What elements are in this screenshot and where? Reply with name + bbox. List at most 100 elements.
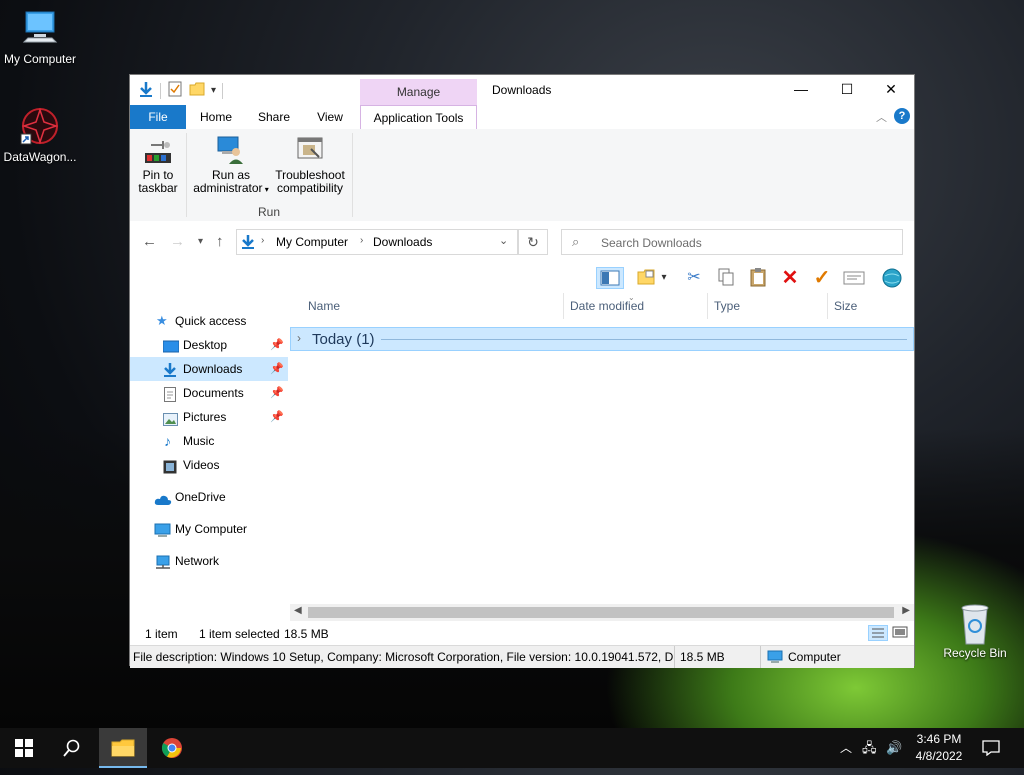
network-icon (154, 554, 170, 569)
minimize-button[interactable]: — (778, 75, 824, 105)
nav-item-quick-access[interactable]: ★ Quick access (130, 309, 288, 333)
start-button[interactable] (0, 728, 48, 768)
network-tray-button[interactable]: 🖧 (862, 728, 877, 768)
globe-button[interactable] (880, 267, 904, 289)
scroll-left-arrow-icon[interactable]: ◀ (294, 605, 302, 616)
show-hidden-icons-button[interactable]: ︿ (840, 728, 852, 768)
ribbon-separator (186, 133, 187, 217)
computer-icon (20, 8, 60, 48)
properties-icon[interactable] (167, 81, 183, 100)
tab-view[interactable]: View (304, 105, 356, 129)
rename-check-button[interactable]: ✓ (810, 267, 834, 289)
computer-icon (154, 522, 171, 537)
new-item-button[interactable] (634, 267, 658, 289)
copy-button[interactable] (714, 267, 738, 289)
run-as-administrator-button[interactable]: Run as administrator ▾ (190, 129, 272, 196)
horizontal-scrollbar[interactable]: ◀ ▶ (290, 604, 914, 621)
scrollbar-thumb[interactable] (308, 607, 894, 618)
nav-item-videos[interactable]: Videos (130, 453, 288, 477)
taskbar-chrome[interactable] (148, 728, 196, 768)
group-header-today[interactable]: › Today (1) (290, 327, 914, 351)
chevron-down-icon: ▾ (661, 272, 667, 283)
nav-item-pictures[interactable]: Pictures 📌 (130, 405, 288, 429)
nav-item-downloads[interactable]: Downloads 📌 (130, 357, 288, 381)
maximize-button[interactable]: ☐ (824, 75, 870, 105)
scissors-icon: ✂ (687, 269, 701, 286)
recent-locations-button[interactable]: ▾ (198, 236, 203, 247)
preview-pane-icon (600, 270, 620, 286)
up-button[interactable]: ↑ (216, 233, 224, 250)
command-toolbar: ▾ ✂ ✕ ✓ (130, 263, 914, 293)
tab-share[interactable]: Share (248, 105, 300, 129)
delete-button[interactable]: ✕ (778, 267, 802, 289)
close-button[interactable]: ✕ (868, 75, 914, 105)
nav-item-desktop[interactable]: Desktop 📌 (130, 333, 288, 357)
new-item-dropdown[interactable]: ▾ (658, 267, 670, 289)
scroll-right-arrow-icon[interactable]: ▶ (902, 605, 910, 616)
arrow-left-icon: ← (142, 233, 157, 250)
nav-item-documents[interactable]: Documents 📌 (130, 381, 288, 405)
taskbar: ︿ 🖧 🔊 3:46 PM 4/8/2022 (0, 728, 1024, 768)
help-icon[interactable]: ? (894, 108, 910, 124)
arrow-right-icon: → (170, 233, 185, 250)
customize-qat-chevron-icon[interactable]: ▾ (211, 85, 216, 96)
new-folder-icon[interactable] (189, 81, 205, 100)
nav-item-music[interactable]: ♪ Music (130, 429, 288, 453)
download-arrow-icon (138, 81, 154, 100)
tab-file[interactable]: File (130, 105, 186, 129)
tab-application-tools[interactable]: Application Tools (360, 105, 477, 130)
volume-tray-button[interactable]: 🔊 (886, 728, 902, 768)
computer-icon (767, 650, 783, 667)
paste-button[interactable] (746, 267, 770, 289)
back-button[interactable]: ← (142, 233, 157, 250)
folder-icon (111, 739, 135, 757)
ribbon-separator (352, 133, 353, 217)
action-center-button[interactable] (982, 728, 1000, 768)
search-button[interactable] (48, 728, 96, 768)
desktop-icon-recycle-bin[interactable]: Recycle Bin (935, 602, 1015, 660)
column-header-type[interactable]: Type (708, 293, 828, 319)
desktop-icon-label: DataWagon... (3, 150, 77, 164)
address-history-chevron-icon[interactable]: ⌄ (499, 234, 508, 247)
pin-label-2: taskbar (138, 181, 178, 195)
nav-label: My Computer (175, 522, 248, 536)
title-bar: ▾ Manage Downloads — ☐ ✕ (130, 75, 914, 109)
datawagon-icon (20, 106, 60, 146)
search-icon: ⌕ (572, 234, 580, 249)
search-box[interactable]: ⌕ Search Downloads (561, 229, 903, 255)
new-item-icon (637, 269, 655, 285)
nav-item-onedrive[interactable]: OneDrive (130, 485, 288, 509)
properties-card-icon (843, 271, 865, 285)
nav-item-my-computer[interactable]: My Computer (130, 517, 288, 541)
dropdown-arrow-icon: ▾ (262, 185, 269, 194)
column-header-name[interactable]: Name (302, 293, 564, 319)
desktop-icon-my-computer[interactable]: My Computer (0, 8, 80, 66)
taskbar-clock[interactable]: 3:46 PM 4/8/2022 (904, 731, 974, 765)
details-size: 18.5 MB (680, 650, 725, 664)
preview-pane-button[interactable] (596, 267, 624, 289)
troubleshoot-compatibility-button[interactable]: Troubleshoot compatibility (272, 129, 348, 195)
column-header-date-modified[interactable]: Date modified ⌄ (564, 293, 708, 319)
refresh-button[interactable]: ↻ (518, 229, 548, 255)
breadcrumb-downloads[interactable]: Downloads (373, 235, 432, 249)
details-view-button[interactable] (868, 625, 888, 641)
file-list-pane: Name Date modified ⌄ Type Size › Today (… (290, 293, 914, 623)
desktop-icon-label: Recycle Bin (943, 646, 1007, 660)
breadcrumb-my-computer[interactable]: My Computer (276, 235, 348, 249)
troubleshoot-icon (295, 135, 325, 165)
taskbar-file-explorer[interactable] (99, 728, 147, 768)
collapse-ribbon-chevron-icon[interactable]: ︿ (876, 109, 887, 125)
pin-to-taskbar-button[interactable]: Pin to taskbar (134, 129, 182, 195)
column-header-size[interactable]: Size (828, 293, 908, 319)
clock-date: 4/8/2022 (915, 749, 963, 763)
cut-button[interactable]: ✂ (682, 267, 706, 289)
nav-label: OneDrive (175, 490, 226, 504)
nav-item-network[interactable]: Network (130, 549, 288, 573)
properties-button[interactable] (842, 267, 866, 289)
tab-home[interactable]: Home (190, 105, 242, 129)
large-icons-view-button[interactable] (891, 625, 911, 641)
address-bar[interactable]: › My Computer › Downloads ⌄ (236, 229, 518, 255)
desktop-icon-datawagon[interactable]: DataWagon... (0, 106, 80, 164)
onedrive-cloud-icon (154, 490, 172, 505)
forward-button[interactable]: → (170, 233, 185, 250)
